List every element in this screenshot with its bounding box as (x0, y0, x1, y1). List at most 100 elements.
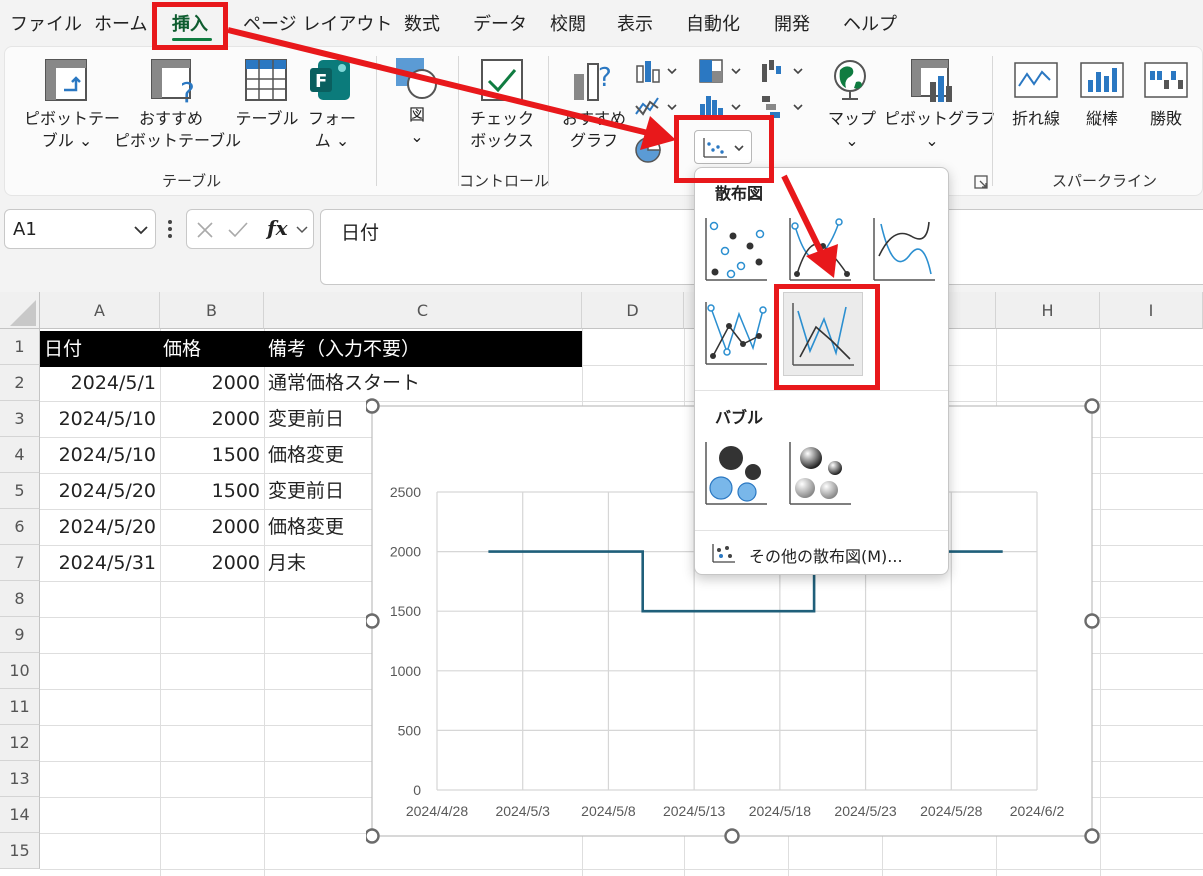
column-header-d[interactable]: D (582, 292, 684, 329)
cell-a4[interactable]: 2024/5/10 (59, 437, 156, 473)
tab-home[interactable]: ホーム (94, 10, 147, 36)
recommended-pivot-button[interactable]: おすすめ ピボットテーブル (114, 108, 241, 152)
pivot-chart-button[interactable]: ピボットグラフ ⌄ (884, 108, 996, 152)
cell-c6[interactable]: 価格変更 (268, 509, 344, 545)
recommended-charts-button[interactable]: おすすめ グラフ (562, 108, 626, 152)
resize-handle[interactable] (366, 398, 380, 414)
sparkline-winloss-button[interactable]: 勝敗 (1136, 108, 1196, 130)
pivot-table-icon[interactable] (44, 58, 90, 104)
checkbox-button[interactable]: チェック ボックス (466, 108, 538, 152)
cell-c7[interactable]: 月末 (268, 545, 306, 581)
resize-handle[interactable] (724, 828, 740, 844)
sparkline-winloss-icon[interactable] (1144, 62, 1188, 98)
scatter-smooth-lines-option[interactable] (871, 216, 937, 282)
cell-b3[interactable]: 2000 (212, 401, 260, 437)
sparkline-line-button[interactable]: 折れ線 (1006, 108, 1066, 130)
scatter-smooth-lines-markers-option[interactable] (787, 216, 853, 282)
row-header-11[interactable]: 11 (0, 689, 40, 725)
column-header-b[interactable]: B (160, 292, 264, 329)
row-header-4[interactable]: 4 (0, 437, 40, 473)
tab-developer[interactable]: 開発 (774, 10, 810, 36)
cancel-icon[interactable] (195, 220, 215, 240)
insert-function-icon[interactable]: fx (267, 216, 288, 240)
row-header-10[interactable]: 10 (0, 653, 40, 689)
cell-a3[interactable]: 2024/5/10 (59, 401, 156, 437)
tab-automate[interactable]: 自動化 (686, 10, 740, 36)
chevron-down-icon[interactable] (295, 225, 309, 235)
cell-a6[interactable]: 2024/5/20 (59, 509, 156, 545)
pivot-chart-icon[interactable] (910, 58, 956, 104)
illustrations-icon[interactable] (394, 56, 440, 104)
column-header-a[interactable]: A (40, 292, 160, 329)
forms-icon[interactable]: F (308, 56, 354, 104)
cell-a2[interactable]: 2024/5/1 (71, 365, 156, 401)
tab-data[interactable]: データ (473, 10, 527, 36)
cell-a5[interactable]: 2024/5/20 (59, 473, 156, 509)
scatter-markers-only-option[interactable] (703, 216, 769, 282)
row-header-2[interactable]: 2 (0, 365, 40, 401)
cell-b2[interactable]: 2000 (212, 365, 260, 401)
select-all-corner[interactable] (0, 292, 40, 329)
tab-review[interactable]: 校閲 (550, 10, 586, 36)
column-chart-icon[interactable] (634, 58, 682, 84)
table-icon[interactable] (244, 58, 290, 104)
table-button[interactable]: テーブル (234, 108, 300, 130)
tab-page-layout[interactable]: ページ レイアウト (243, 10, 392, 36)
column-header-h[interactable]: H (996, 292, 1100, 329)
scatter-straight-lines-markers-option[interactable] (703, 300, 769, 366)
tab-view[interactable]: 表示 (617, 10, 653, 36)
cell-c4[interactable]: 価格変更 (268, 437, 344, 473)
cell-b5[interactable]: 1500 (212, 473, 260, 509)
cell-a7[interactable]: 2024/5/31 (59, 545, 156, 581)
cell-b6[interactable]: 2000 (212, 509, 260, 545)
bubble-3d-option[interactable] (787, 440, 853, 506)
pie-chart-icon[interactable] (634, 136, 664, 164)
hierarchy-chart-icon[interactable] (698, 58, 746, 84)
bubble-option[interactable] (703, 440, 769, 506)
row-header-13[interactable]: 13 (0, 761, 40, 797)
header-price[interactable]: 価格 (163, 331, 201, 367)
more-scatter-charts-item[interactable]: その他の散布図(M)... (709, 540, 939, 568)
header-note[interactable]: 備考（入力不要） (268, 331, 420, 367)
column-header-i[interactable]: I (1100, 292, 1203, 329)
map-chart-icon[interactable] (830, 58, 874, 102)
tab-file[interactable]: ファイル (10, 10, 82, 36)
row-header-14[interactable]: 14 (0, 797, 40, 833)
row-header-15[interactable]: 15 (0, 833, 40, 869)
row-header-9[interactable]: 9 (0, 617, 40, 653)
header-date[interactable]: 日付 (44, 331, 82, 367)
illustrations-button[interactable]: 図 ⌄ (390, 104, 444, 148)
name-box[interactable]: A1 (4, 209, 156, 249)
chevron-down-icon[interactable] (133, 224, 149, 236)
dialog-launcher-icon[interactable] (973, 174, 989, 190)
row-header-5[interactable]: 5 (0, 473, 40, 509)
row-header-3[interactable]: 3 (0, 401, 40, 437)
cell-c2[interactable]: 通常価格スタート (268, 365, 420, 401)
row-header-8[interactable]: 8 (0, 581, 40, 617)
resize-handle[interactable] (366, 828, 380, 844)
maps-button[interactable]: マップ ⌄ (824, 108, 880, 152)
cell-c5[interactable]: 変更前日 (268, 473, 344, 509)
pivot-table-button[interactable]: ピボットテー ブル ⌄ (24, 108, 120, 152)
cell-b4[interactable]: 1500 (212, 437, 260, 473)
row-header-12[interactable]: 12 (0, 725, 40, 761)
forms-button[interactable]: フォー ム ⌄ (302, 108, 362, 152)
checkbox-icon[interactable] (480, 58, 524, 102)
tab-help[interactable]: ヘルプ (843, 10, 897, 36)
recommended-pivot-icon[interactable]: ? (150, 58, 198, 106)
column-header-c[interactable]: C (264, 292, 582, 329)
sparkline-column-icon[interactable] (1080, 62, 1124, 98)
resize-handle[interactable] (1084, 828, 1100, 844)
resize-handle[interactable] (1084, 613, 1100, 629)
recommended-charts-icon[interactable]: ? (570, 56, 618, 104)
cell-b7[interactable]: 2000 (212, 545, 260, 581)
resize-handle[interactable] (1084, 398, 1100, 414)
tab-formulas[interactable]: 数式 (404, 10, 440, 36)
sparkline-column-button[interactable]: 縦棒 (1072, 108, 1132, 130)
sparkline-line-icon[interactable] (1014, 62, 1058, 98)
row-header-1[interactable]: 1 (0, 329, 40, 365)
enter-icon[interactable] (227, 220, 249, 240)
cell-c3[interactable]: 変更前日 (268, 401, 344, 437)
row-header-6[interactable]: 6 (0, 509, 40, 545)
waterfall-chart-icon[interactable] (760, 58, 808, 84)
